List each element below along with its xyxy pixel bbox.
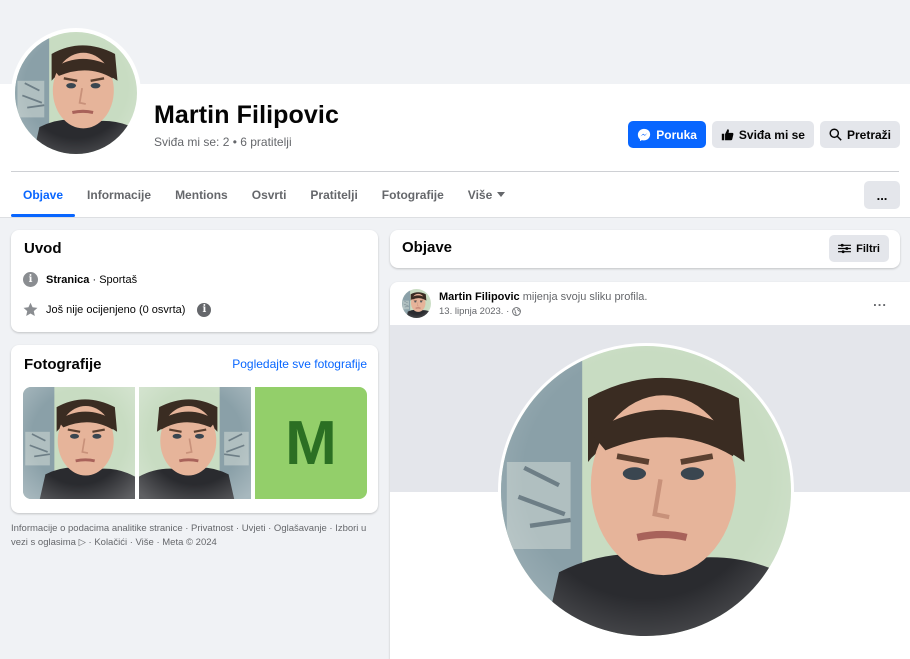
tab-label: Osvrti <box>251 188 287 202</box>
photos-title: Fotografije <box>24 356 102 373</box>
search-icon <box>829 128 842 141</box>
tab-vise[interactable]: Više <box>456 173 517 217</box>
photos-card: Fotografije Pogledajte sve fotografije M <box>11 345 378 513</box>
search-label: Pretraži <box>846 127 891 142</box>
like-button[interactable]: Sviđa mi se <box>711 121 814 148</box>
post-date[interactable]: 13. lipnja 2023. · <box>439 306 509 317</box>
posts-header-card: Objave Filtri <box>390 230 900 268</box>
profile-meta: Sviđa mi se: 2 • 6 pratitelji <box>154 135 292 149</box>
post-profile-photo[interactable] <box>498 343 794 639</box>
star-icon <box>23 302 38 316</box>
see-all-photos-link[interactable]: Pogledajte sve fotografije <box>232 357 367 371</box>
tab-mentions[interactable]: Mentions <box>163 173 240 217</box>
tab-label: Mentions <box>175 188 228 202</box>
category-text: Stranica · Sportaš <box>46 274 137 286</box>
messenger-icon <box>638 128 651 141</box>
post-author-name[interactable]: Martin Filipovic <box>439 291 520 303</box>
more-options-button[interactable]: ... <box>864 181 900 209</box>
photo-thumbnail-monogram[interactable]: M <box>255 387 367 499</box>
intro-title: Uvod <box>24 240 62 257</box>
message-label: Poruka <box>656 127 697 142</box>
info-icon: i <box>23 272 38 287</box>
tab-fotografije[interactable]: Fotografije <box>370 173 456 217</box>
rating-info-icon[interactable]: i <box>197 302 212 317</box>
likes-count[interactable]: Sviđa mi se: 2 <box>154 135 229 149</box>
profile-avatar[interactable] <box>11 28 141 158</box>
tab-informacije[interactable]: Informacije <box>75 173 163 217</box>
monogram-letter: M <box>285 408 337 478</box>
photo-thumbnail[interactable] <box>23 387 135 499</box>
followers-count[interactable]: 6 pratitelji <box>240 135 291 149</box>
profile-tabs: Objave Informacije Mentions Osvrti Prati… <box>11 173 517 217</box>
tab-label: Više <box>467 188 493 202</box>
rating-text: Još nije ocijenjeno (0 osvrta) <box>46 303 186 316</box>
category-row: i Stranica · Sportaš <box>23 272 137 287</box>
tab-objave[interactable]: Objave <box>11 173 76 217</box>
post-action-text: mijenja svoju sliku profila. <box>519 291 648 303</box>
category-suffix: · Sportaš <box>89 273 138 286</box>
header-divider <box>11 171 899 172</box>
profile-name: Martin Filipovic <box>154 101 339 129</box>
rating-row: Još nije ocijenjeno (0 osvrta) i <box>23 302 212 317</box>
posts-title: Objave <box>402 239 453 256</box>
footer-links[interactable]: Informacije o podacima analitike stranic… <box>11 522 373 549</box>
search-button[interactable]: Pretraži <box>819 121 900 148</box>
post-timestamp: 13. lipnja 2023. · <box>439 306 522 317</box>
filter-button[interactable]: Filtri <box>829 235 889 262</box>
profile-actions: Poruka Sviđa mi se Pretraži <box>628 121 900 148</box>
post-headline: Martin Filipovic mijenja svoju sliku pro… <box>439 291 647 303</box>
like-label: Sviđa mi se <box>738 127 805 142</box>
photo-grid: M <box>23 387 367 499</box>
post-author-avatar[interactable] <box>402 289 431 318</box>
thumbs-up-icon <box>721 129 734 141</box>
tab-label: Informacije <box>87 188 152 202</box>
more-options-icon: ... <box>876 187 888 203</box>
filter-label: Filtri <box>856 242 880 255</box>
tab-label: Pratitelji <box>310 188 358 202</box>
tab-pratitelji[interactable]: Pratitelji <box>298 173 369 217</box>
caret-down-icon <box>497 192 506 197</box>
sliders-icon <box>838 243 852 254</box>
message-button[interactable]: Poruka <box>628 121 706 148</box>
tab-label: Objave <box>23 188 64 202</box>
post-options-button[interactable]: ... <box>873 294 887 309</box>
tab-osvrti[interactable]: Osvrti <box>240 173 299 217</box>
intro-card: Uvod i Stranica · Sportaš Još nije ocije… <box>11 230 378 332</box>
photo-thumbnail[interactable] <box>139 387 251 499</box>
tab-label: Fotografije <box>381 188 444 202</box>
globe-icon <box>512 307 522 316</box>
post-card: Martin Filipovic mijenja svoju sliku pro… <box>390 282 910 659</box>
meta-separator: • <box>229 135 241 149</box>
category-prefix: Stranica <box>46 273 90 286</box>
